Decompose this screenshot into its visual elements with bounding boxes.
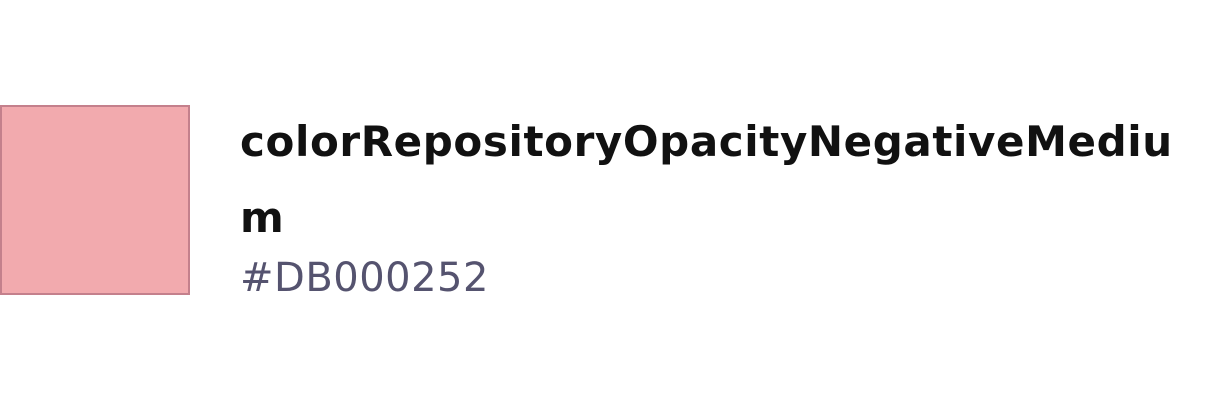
color-swatch [0, 105, 190, 295]
token-hex-value: #DB000252 [240, 255, 489, 301]
token-info: colorRepositoryOpacityNegativeMedium #DB… [240, 104, 1200, 302]
token-name: colorRepositoryOpacityNegativeMedium [240, 117, 1173, 242]
